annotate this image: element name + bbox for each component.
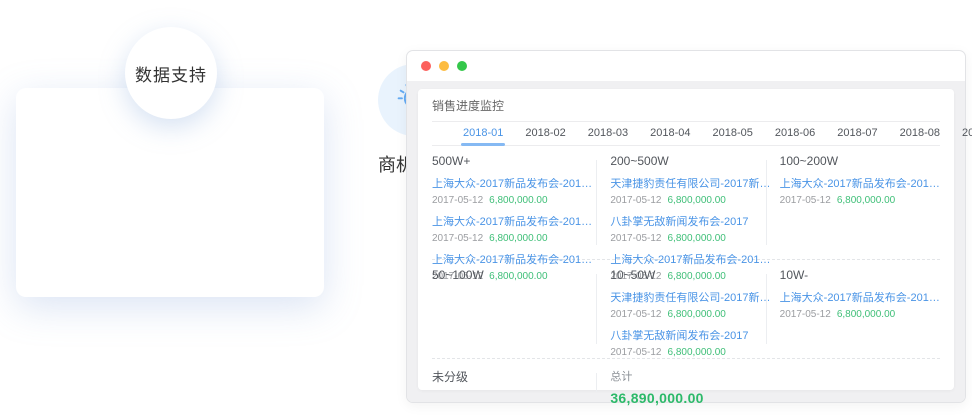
deal-link[interactable]: 上海大众-2017新品发布会-2017-02 <box>432 216 596 228</box>
close-window-button[interactable] <box>421 61 431 71</box>
total-value: 36,890,000.00 <box>610 390 770 406</box>
deal-date: 2017-05-12 <box>610 347 661 358</box>
tab-2018-01[interactable]: 2018-01 <box>452 122 514 145</box>
deal-link[interactable]: 八卦掌无敌新闻发布会-2017 <box>610 330 770 342</box>
month-tabs: 2018-012018-022018-032018-042018-052018-… <box>432 122 940 146</box>
minimize-window-button[interactable] <box>439 61 449 71</box>
deal-item: 八卦掌无敌新闻发布会-2017 2017-05-12 6,800,000.00 <box>610 330 770 358</box>
tab-2018-03[interactable]: 2018-03 <box>577 122 639 145</box>
deal-date: 2017-05-12 <box>610 233 661 244</box>
unclassified-label: 未分级 <box>432 368 601 385</box>
tier-header: 100~200W <box>780 154 940 168</box>
panel-footer: 未分级 总计 36,890,000.00 <box>432 359 940 406</box>
deal-meta: 2017-05-12 6,800,000.00 <box>780 195 940 206</box>
deal-date: 2017-05-12 <box>610 309 661 320</box>
deal-date: 2017-05-12 <box>432 195 483 206</box>
panel-title: 销售进度监控 <box>432 98 940 114</box>
deal-date: 2017-05-12 <box>780 195 831 206</box>
deal-item: 天津捷豹责任有限公司-2017新品发布会-2017 2017-05-12 6,800… <box>610 178 770 206</box>
tier-header: 10~50W <box>610 268 770 282</box>
deal-date: 2017-05-12 <box>432 233 483 244</box>
deal-amount: 6,800,000.00 <box>667 233 725 244</box>
tier-header: 500W+ <box>432 154 601 168</box>
deal-link[interactable]: 天津捷豹责任有限公司-2017新品发布会-2017 <box>610 292 770 304</box>
tier-row-bottom: 50~100W 10~50W 天津捷豹责任有限公司-2017新品发布会-2017 20… <box>432 260 940 359</box>
tab-2018-05[interactable]: 2018-05 <box>702 122 764 145</box>
deal-meta: 2017-05-12 6,800,000.00 <box>610 347 770 358</box>
tier-cell: 50~100W <box>432 260 601 358</box>
tab-2018-04[interactable]: 2018-04 <box>639 122 701 145</box>
tier-row-top: 500W+ 上海大众-2017新品发布会-2017-02 2017-05-12 6,8… <box>432 146 940 260</box>
deal-meta: 2017-05-12 6,800,000.00 <box>432 195 601 206</box>
sales-progress-panel: 销售进度监控 2018-012018-022018-032018-042018-… <box>418 89 954 390</box>
deal-item: 上海大众-2017新品发布会-2017-02 2017-05-12 6,800,00… <box>780 178 940 206</box>
tier-header: 200~500W <box>610 154 770 168</box>
deal-meta: 2017-05-12 6,800,000.00 <box>432 233 601 244</box>
window-body: 销售进度监控 2018-012018-022018-032018-042018-… <box>407 81 965 402</box>
deal-item: 八卦掌无敌新闻发布会-2017 2017-05-12 6,800,000.00 <box>610 216 770 244</box>
tab-2018-08[interactable]: 2018-08 <box>889 122 951 145</box>
deal-meta: 2017-05-12 6,800,000.00 <box>780 309 940 320</box>
total-cell: 总计 36,890,000.00 <box>601 359 770 406</box>
total-label: 总计 <box>610 368 770 384</box>
tab-2018-02[interactable]: 2018-02 <box>514 122 576 145</box>
deal-amount: 6,800,000.00 <box>837 309 895 320</box>
deal-date: 2017-05-12 <box>780 309 831 320</box>
deal-meta: 2017-05-12 6,800,000.00 <box>610 233 770 244</box>
footer-spacer <box>771 359 940 406</box>
deal-link[interactable]: 上海大众-2017新品发布会-2017-02 <box>432 178 596 190</box>
deal-item: 天津捷豹责任有限公司-2017新品发布会-2017 2017-05-12 6,800… <box>610 292 770 320</box>
unclassified-cell: 未分级 <box>432 359 601 406</box>
deal-amount: 6,800,000.00 <box>667 347 725 358</box>
deal-link[interactable]: 上海大众-2017新品发布会-2017-02 <box>780 178 940 190</box>
tier-header: 10W- <box>780 268 940 282</box>
deal-amount: 6,800,000.00 <box>667 195 725 206</box>
deal-item: 上海大众-2017新品发布会-2017-02 2017-05-12 6,800,00… <box>432 216 601 244</box>
deal-link[interactable]: 八卦掌无敌新闻发布会-2017 <box>610 216 770 228</box>
deal-date: 2017-05-12 <box>610 195 661 206</box>
maximize-window-button[interactable] <box>457 61 467 71</box>
tier-header: 50~100W <box>432 268 601 282</box>
feature-badge-label: 数据支持 <box>135 61 207 86</box>
feature-badge: 数据支持 <box>125 27 217 119</box>
tier-cell: 200~500W 天津捷豹责任有限公司-2017新品发布会-2017 2017-05… <box>601 146 770 259</box>
tab-2018-09[interactable]: 2018-09 <box>951 122 972 145</box>
deal-amount: 6,800,000.00 <box>667 309 725 320</box>
tier-cell: 500W+ 上海大众-2017新品发布会-2017-02 2017-05-12 6,8… <box>432 146 601 259</box>
deal-meta: 2017-05-12 6,800,000.00 <box>610 195 770 206</box>
deal-meta: 2017-05-12 6,800,000.00 <box>610 309 770 320</box>
window-titlebar <box>407 51 965 81</box>
app-window: 销售进度监控 2018-012018-022018-032018-042018-… <box>406 50 966 403</box>
tier-cell: 100~200W 上海大众-2017新品发布会-2017-02 2017-05-12… <box>771 146 940 259</box>
tier-cell: 10~50W 天津捷豹责任有限公司-2017新品发布会-2017 2017-05-1… <box>601 260 770 358</box>
deal-link[interactable]: 上海大众-2017新品发布会-2017-02 <box>780 292 940 304</box>
tier-cell: 10W- 上海大众-2017新品发布会-2017-02 2017-05-12 6,80… <box>771 260 940 358</box>
deal-item: 上海大众-2017新品发布会-2017-02 2017-05-12 6,800,00… <box>432 178 601 206</box>
deal-amount: 6,800,000.00 <box>489 195 547 206</box>
deal-amount: 6,800,000.00 <box>489 233 547 244</box>
deal-link[interactable]: 天津捷豹责任有限公司-2017新品发布会-2017 <box>610 178 770 190</box>
deal-amount: 6,800,000.00 <box>837 195 895 206</box>
deal-item: 上海大众-2017新品发布会-2017-02 2017-05-12 6,800,00… <box>780 292 940 320</box>
tab-2018-07[interactable]: 2018-07 <box>826 122 888 145</box>
tab-2018-06[interactable]: 2018-06 <box>764 122 826 145</box>
